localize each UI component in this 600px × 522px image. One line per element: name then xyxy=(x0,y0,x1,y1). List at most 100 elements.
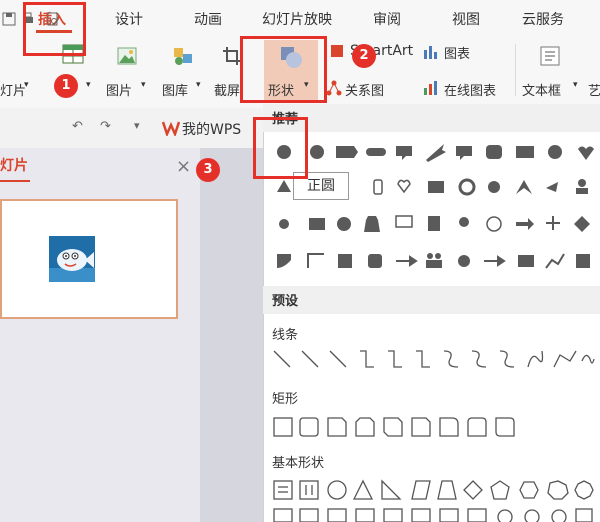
shape-option-icon[interactable] xyxy=(484,255,506,267)
shape-option-icon[interactable] xyxy=(364,216,380,232)
redo-icon[interactable]: ↷ xyxy=(100,119,111,134)
shape-option-icon[interactable] xyxy=(516,218,534,230)
line-shapes-row[interactable] xyxy=(270,347,595,373)
shape-option-icon[interactable] xyxy=(397,179,411,194)
tab-design[interactable]: 设计 xyxy=(115,9,143,29)
my-wps-tab[interactable]: 我的WPS xyxy=(182,119,241,139)
save-icon[interactable] xyxy=(2,12,16,26)
shape-option-icon[interactable] xyxy=(307,253,324,268)
shape-option-icon[interactable] xyxy=(497,509,513,522)
rectangle-shapes-row[interactable] xyxy=(270,414,520,440)
shape-option-icon[interactable] xyxy=(439,508,459,522)
shape-option-icon[interactable] xyxy=(337,217,351,231)
shape-option-icon[interactable] xyxy=(396,146,412,160)
shape-option-icon[interactable] xyxy=(383,508,403,522)
recommended-shapes-grid[interactable] xyxy=(268,136,598,280)
rounded-rectangle-icon[interactable] xyxy=(299,417,319,437)
chart-icon[interactable] xyxy=(423,44,439,60)
shape-option-icon[interactable] xyxy=(310,145,324,159)
shape-option-icon[interactable] xyxy=(428,216,440,231)
online-chart-button[interactable]: 在线图表 xyxy=(444,80,496,99)
shape-option-icon[interactable] xyxy=(373,179,383,195)
shape-option-icon[interactable] xyxy=(355,508,375,522)
shape-option-icon[interactable] xyxy=(458,178,476,196)
undo-icon[interactable]: ↶ xyxy=(72,119,83,134)
arrow-line-icon[interactable] xyxy=(301,350,319,368)
hexagon-shape-icon[interactable] xyxy=(519,481,539,499)
snip-round-rectangle-icon[interactable] xyxy=(411,417,431,437)
tab-review[interactable]: 审阅 xyxy=(373,9,401,29)
shape-option-icon[interactable] xyxy=(426,260,442,268)
shape-option-icon[interactable] xyxy=(575,508,593,522)
tab-cloud[interactable]: 云服务 xyxy=(522,9,564,29)
shape-option-icon[interactable] xyxy=(486,216,502,232)
screenshot-icon[interactable] xyxy=(222,46,242,66)
online-chart-icon[interactable] xyxy=(423,80,439,96)
tab-animation[interactable]: 动画 xyxy=(194,9,222,29)
close-icon[interactable]: × xyxy=(176,156,191,177)
shape-option-icon[interactable] xyxy=(411,508,431,522)
smartart-icon[interactable] xyxy=(330,44,344,58)
shape-option-icon[interactable] xyxy=(299,508,319,522)
shape-option-icon[interactable] xyxy=(524,509,540,522)
shape-option-icon[interactable] xyxy=(273,508,293,522)
round-corner-rectangle-icon[interactable] xyxy=(439,417,459,437)
elbow-connector-icon[interactable] xyxy=(360,350,374,368)
heptagon-shape-icon[interactable] xyxy=(547,480,569,500)
pentagon-shape-icon[interactable] xyxy=(490,480,510,500)
shape-option-icon[interactable] xyxy=(578,179,586,187)
shape-option-icon[interactable] xyxy=(395,215,413,228)
shape-option-icon[interactable] xyxy=(456,146,472,160)
elbow-arrow-icon[interactable] xyxy=(388,350,402,368)
shape-option-icon[interactable] xyxy=(578,146,594,161)
elbow-double-arrow-icon[interactable] xyxy=(416,350,430,368)
picture-dropdown-icon[interactable]: ▾ xyxy=(141,80,146,90)
shape-option-icon[interactable] xyxy=(576,188,588,194)
picture-icon[interactable] xyxy=(117,46,137,66)
gallery-button[interactable]: 图库 xyxy=(162,80,188,99)
shape-option-icon[interactable] xyxy=(336,146,358,158)
shape-option-icon[interactable] xyxy=(277,254,291,268)
new-slide-dropdown-icon[interactable]: ▾ xyxy=(24,80,29,90)
shape-option-icon[interactable] xyxy=(546,216,560,230)
trapezoid-shape-icon[interactable] xyxy=(437,480,457,500)
shape-option-icon[interactable] xyxy=(279,219,289,229)
picture-button[interactable]: 图片 xyxy=(106,80,132,99)
freeform-icon[interactable] xyxy=(553,350,577,368)
shape-option-icon[interactable] xyxy=(277,180,291,192)
new-slide-label[interactable]: 灯片 xyxy=(0,80,26,99)
shape-option-icon[interactable] xyxy=(427,253,433,259)
art-text-button[interactable]: 艺 xyxy=(588,80,600,99)
gallery-icon[interactable] xyxy=(172,46,194,66)
shape-option-icon[interactable] xyxy=(426,144,446,162)
curve-icon[interactable] xyxy=(527,350,544,368)
shape-option-icon[interactable] xyxy=(458,255,470,267)
tab-slideshow[interactable]: 幻灯片放映 xyxy=(262,9,332,29)
shape-option-icon[interactable] xyxy=(368,254,382,268)
shape-option-icon[interactable] xyxy=(327,508,347,522)
snip-same-side-rectangle-icon[interactable] xyxy=(355,417,375,437)
shape-option-icon[interactable] xyxy=(467,508,487,522)
oval-shape-icon[interactable] xyxy=(327,480,347,500)
scribble-icon[interactable] xyxy=(581,354,595,364)
shape-option-icon[interactable] xyxy=(309,218,325,230)
shape-option-icon[interactable] xyxy=(518,255,534,267)
shape-option-icon[interactable] xyxy=(459,217,469,227)
curved-arrow-icon[interactable] xyxy=(471,350,487,368)
gallery-dropdown-icon[interactable]: ▾ xyxy=(196,80,201,90)
relation-icon[interactable] xyxy=(326,80,342,96)
parallelogram-shape-icon[interactable] xyxy=(411,480,431,500)
customize-toolbar-icon[interactable]: ▾ xyxy=(134,119,140,132)
slide-panel-title[interactable]: 灯片 xyxy=(0,155,28,175)
snip-corner-rectangle-icon[interactable] xyxy=(327,417,347,437)
shape-option-icon[interactable] xyxy=(338,254,352,268)
tab-view[interactable]: 视图 xyxy=(452,9,480,29)
shape-option-icon[interactable] xyxy=(551,509,567,522)
shape-option-icon[interactable] xyxy=(546,182,558,192)
shape-option-icon[interactable] xyxy=(516,146,534,158)
shape-option-icon[interactable] xyxy=(576,254,590,268)
relation-button[interactable]: 关系图 xyxy=(345,80,384,99)
round-same-side-rectangle-icon[interactable] xyxy=(467,417,487,437)
shape-option-icon[interactable] xyxy=(435,253,441,259)
textbox-shape-icon[interactable] xyxy=(273,480,293,500)
